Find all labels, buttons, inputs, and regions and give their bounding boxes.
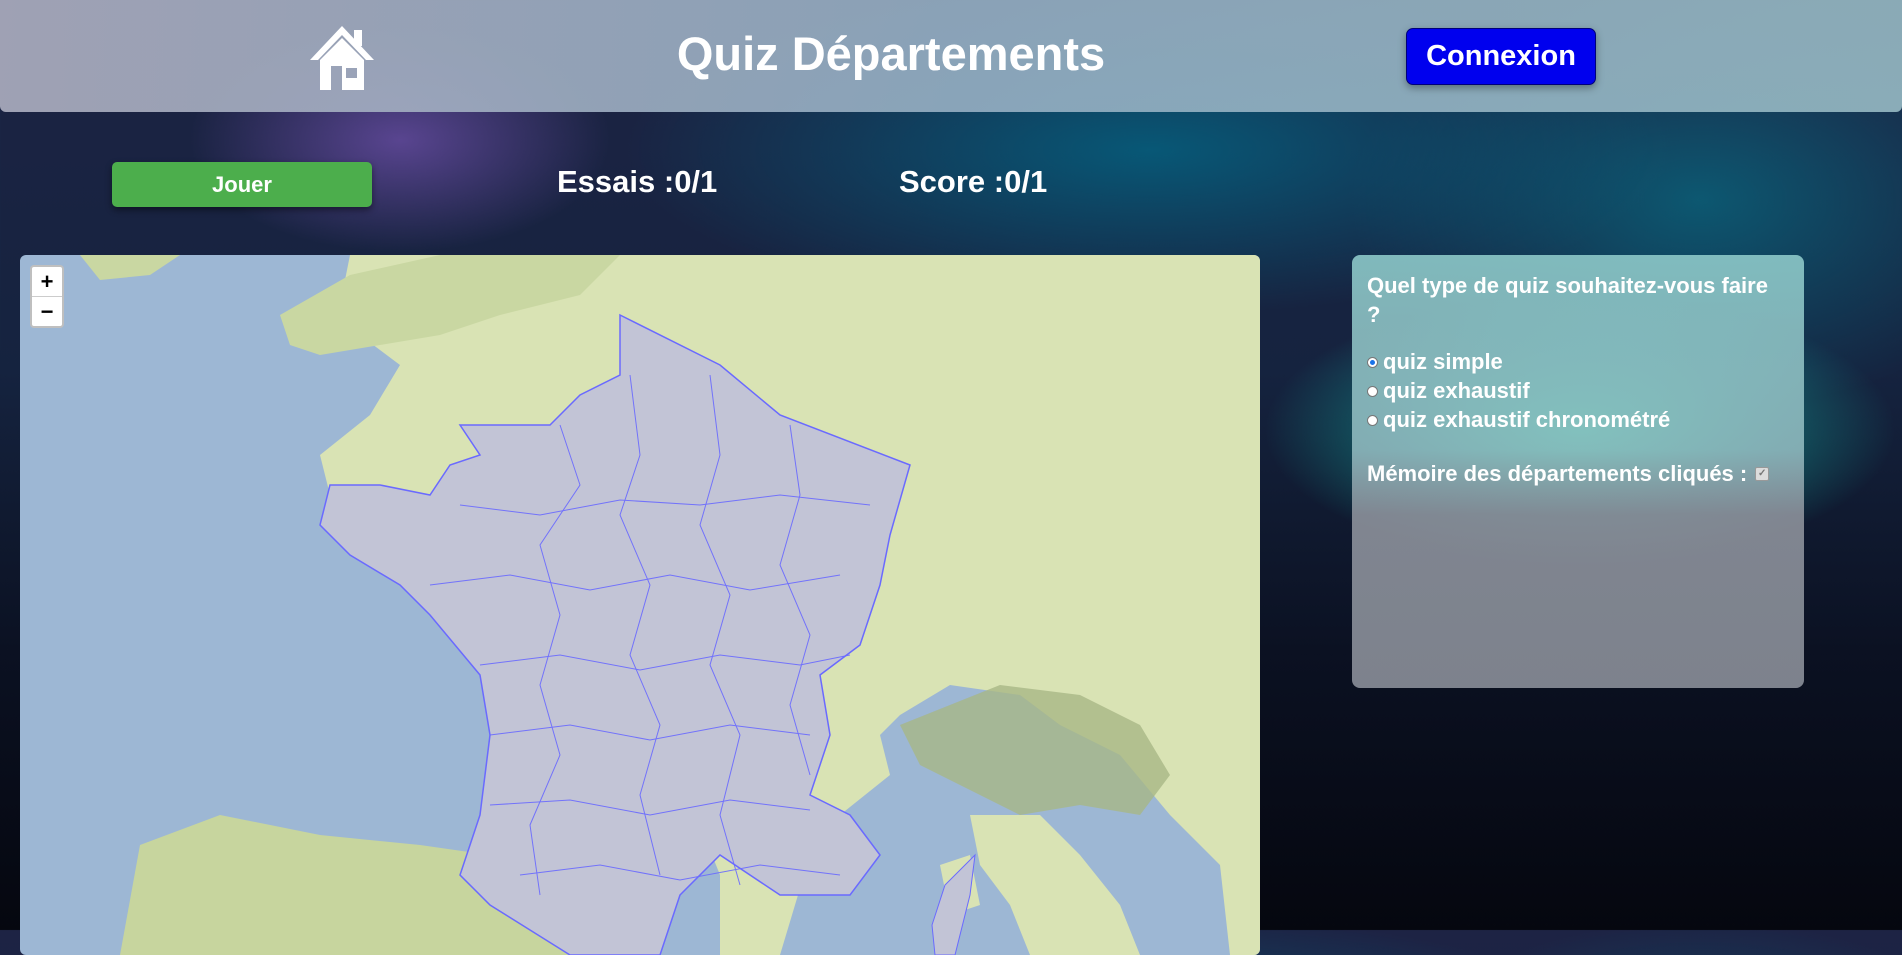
option-label: quiz simple <box>1383 349 1503 374</box>
memoire-row: Mémoire des départements cliqués : ✓ <box>1367 461 1770 487</box>
connexion-button[interactable]: Connexion <box>1406 28 1596 85</box>
memoire-checkbox[interactable]: ✓ <box>1755 467 1770 481</box>
radio-quiz-simple[interactable] <box>1367 356 1378 368</box>
zoom-control: + − <box>30 265 64 328</box>
essais-counter: Essais :0/1 <box>557 164 718 199</box>
jouer-button[interactable]: Jouer <box>112 162 372 207</box>
radio-quiz-exhaustif-chronometre[interactable] <box>1367 414 1378 426</box>
option-quiz-simple[interactable]: quiz simple <box>1367 349 1503 375</box>
memoire-label: Mémoire des départements cliqués : <box>1367 461 1748 486</box>
option-label: quiz exhaustif chronométré <box>1383 407 1671 432</box>
zoom-in-button[interactable]: + <box>32 267 62 296</box>
quiz-options-panel: Quel type de quiz souhaitez-vous faire ?… <box>1352 255 1804 688</box>
quiz-type-question: Quel type de quiz souhaitez-vous faire ? <box>1367 273 1768 327</box>
map-view[interactable]: + − <box>20 255 1260 955</box>
radio-quiz-exhaustif[interactable] <box>1367 385 1378 397</box>
score-counter: Score :0/1 <box>899 164 1048 199</box>
header-bar: Quiz Départements Connexion <box>0 0 1902 112</box>
option-label: quiz exhaustif <box>1383 378 1530 403</box>
zoom-out-button[interactable]: − <box>32 296 62 326</box>
option-quiz-exhaustif[interactable]: quiz exhaustif <box>1367 378 1530 404</box>
map-tiles <box>80 255 1260 955</box>
option-quiz-exhaustif-chronometre[interactable]: quiz exhaustif chronométré <box>1367 407 1670 433</box>
